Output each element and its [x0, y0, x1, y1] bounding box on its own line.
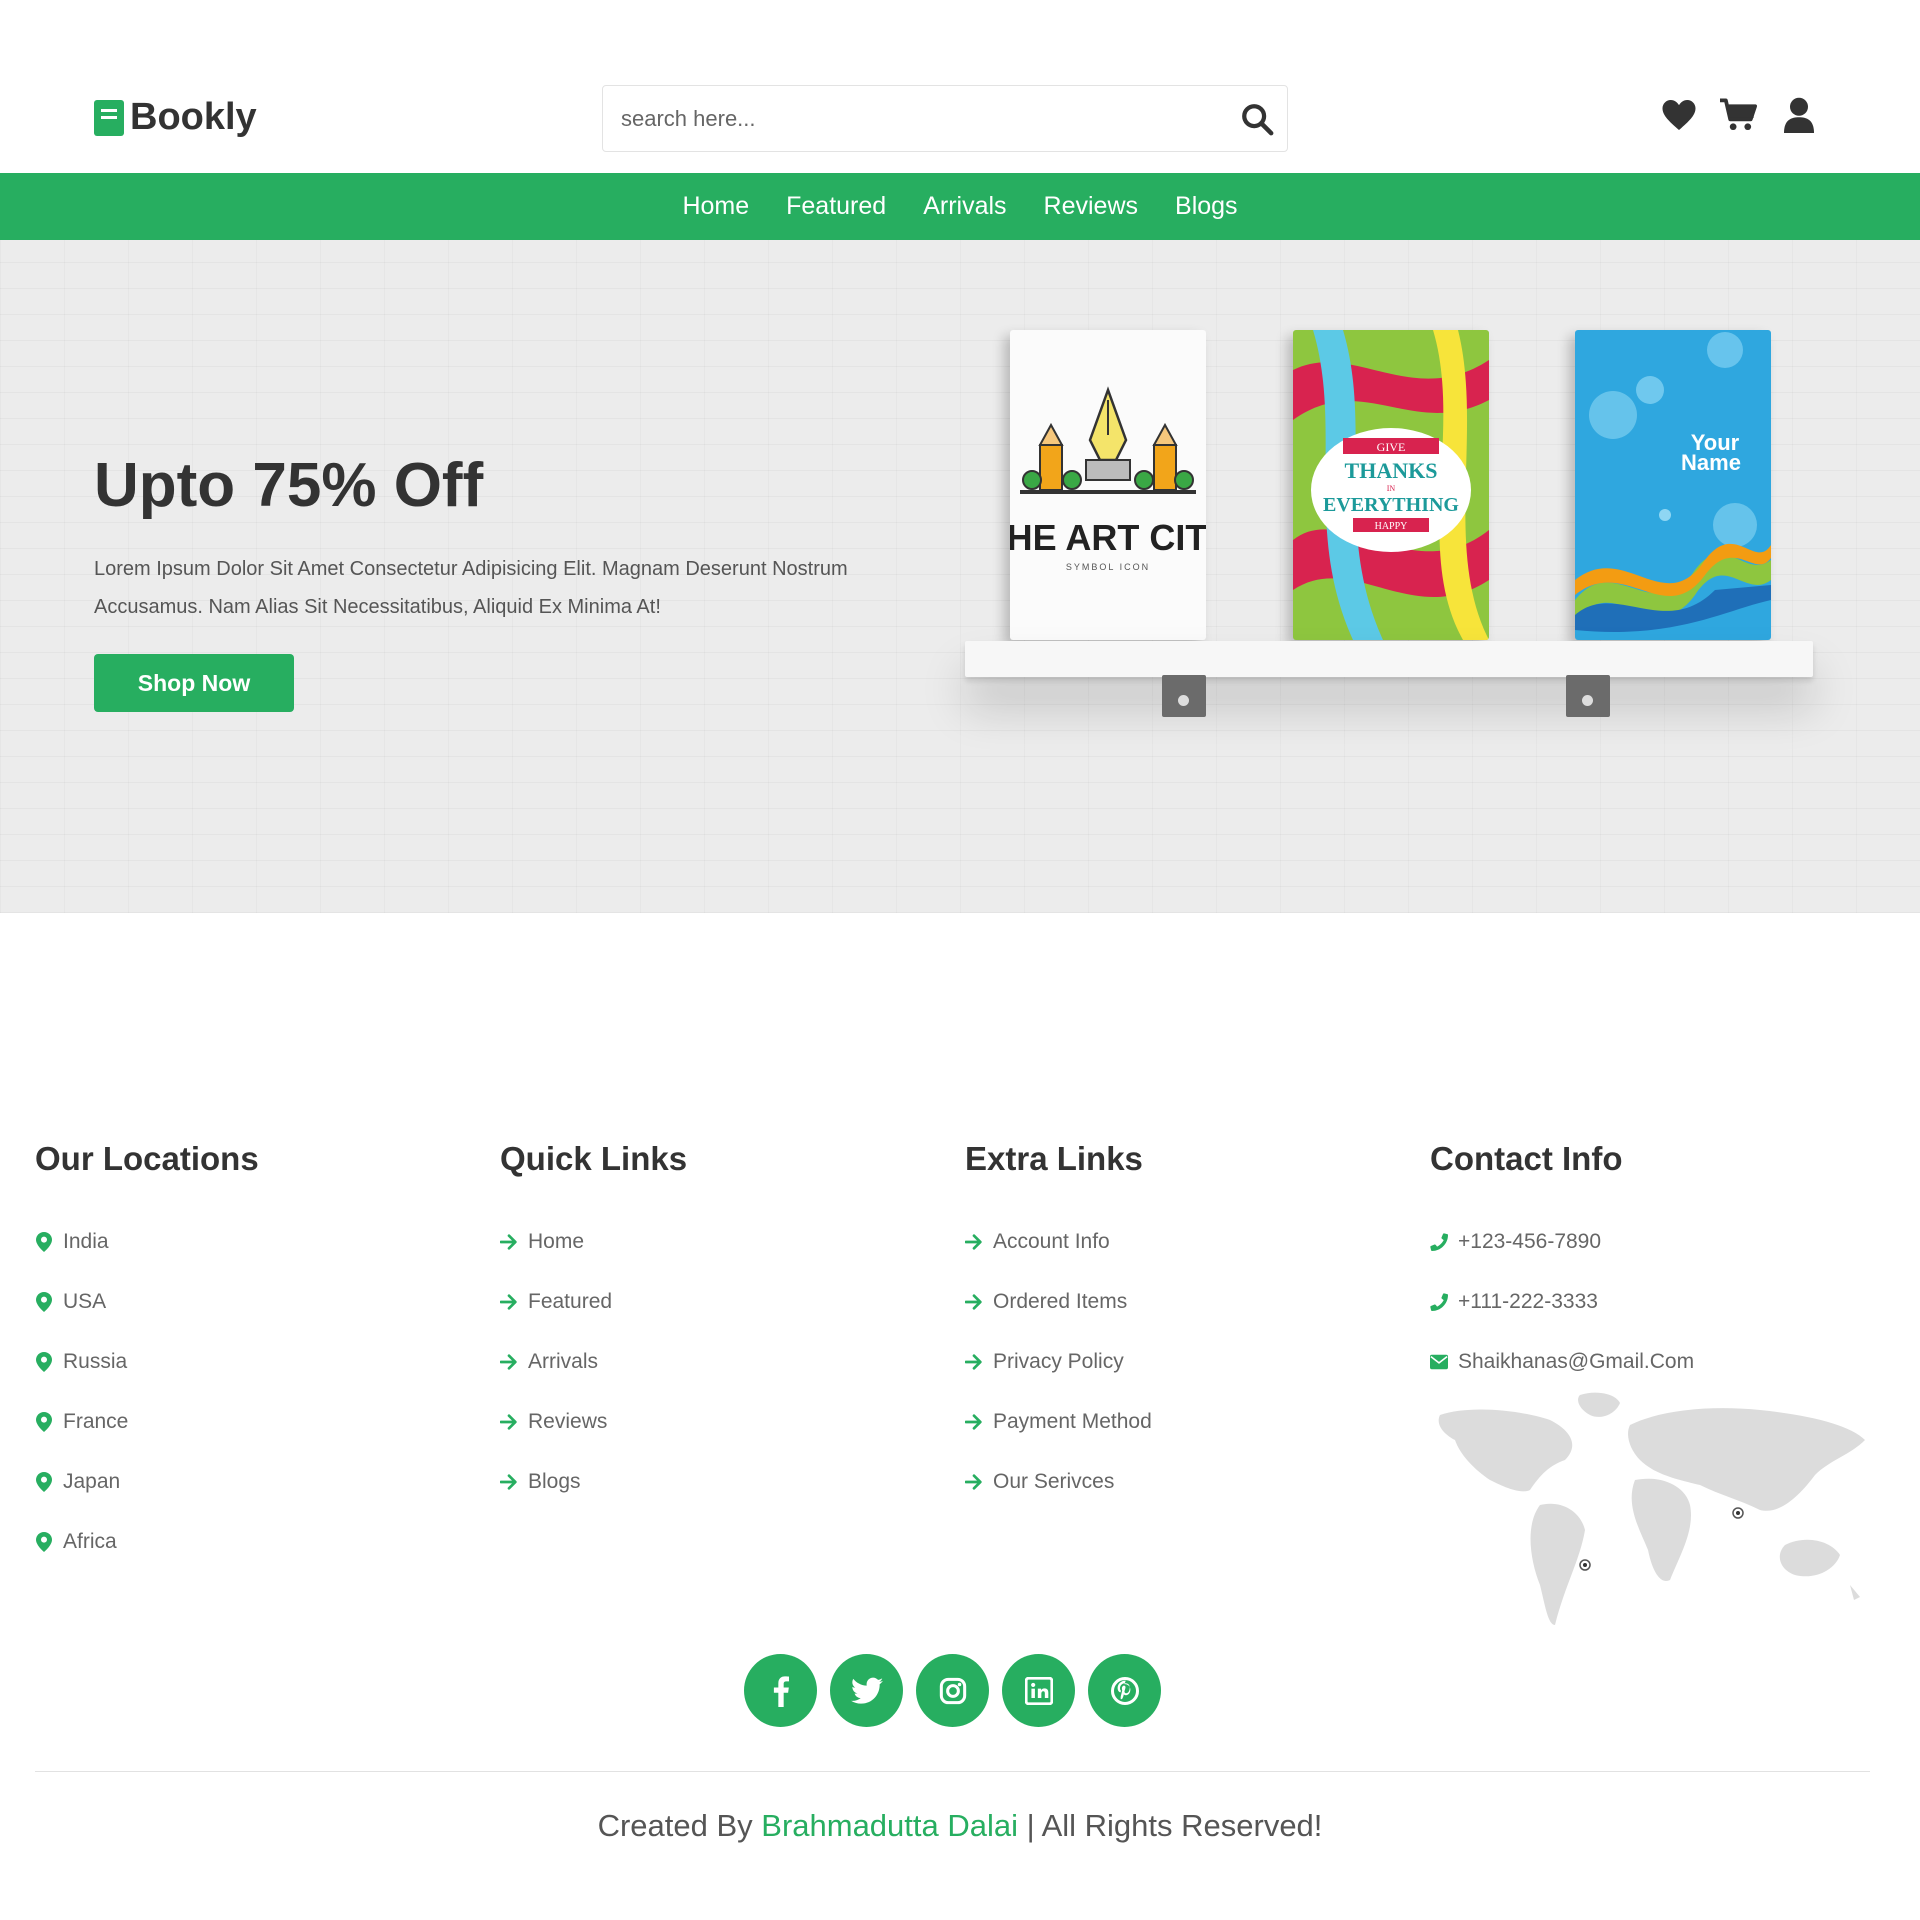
footer-divider [35, 1771, 1870, 1772]
footer-heading: Extra Links [965, 1140, 1143, 1177]
book-text-in: IN [1387, 484, 1396, 493]
twitter-icon[interactable] [830, 1654, 903, 1727]
footer-contact: Contact Info +123-456-7890 +111-222-3333… [1430, 1140, 1870, 1392]
nav-item-reviews[interactable]: Reviews [1044, 192, 1138, 221]
map-marker-icon [35, 1292, 53, 1312]
shelf-bracket [1162, 675, 1206, 717]
book-text-everything: EVERYTHING [1323, 494, 1459, 516]
book-text-give: GIVE [1377, 440, 1406, 454]
book-text-happy: HAPPY [1375, 521, 1408, 532]
book-cover-give-thanks[interactable]: GIVE THANKS IN EVERYTHING HAPPY [1293, 330, 1489, 640]
facebook-icon[interactable] [744, 1654, 817, 1727]
arrow-right-icon [965, 1353, 983, 1371]
nav-item-blogs[interactable]: Blogs [1175, 192, 1238, 221]
shelf-bracket [1566, 675, 1610, 717]
search-input[interactable] [603, 86, 1227, 151]
heart-icon[interactable] [1660, 96, 1698, 134]
extra-link[interactable]: Ordered Items [965, 1272, 1405, 1332]
extra-link[interactable]: Account Info [965, 1212, 1405, 1272]
location-link[interactable]: France [35, 1392, 475, 1452]
phone-icon [1430, 1292, 1448, 1312]
contact-phone[interactable]: +123-456-7890 [1430, 1212, 1870, 1272]
shop-now-button[interactable]: Shop Now [94, 654, 294, 712]
search-form [602, 85, 1288, 152]
logo[interactable]: Bookly [94, 96, 257, 139]
extra-link[interactable]: Privacy Policy [965, 1332, 1405, 1392]
shelf [965, 641, 1813, 677]
hero-description: Lorem Ipsum Dolor Sit Amet Consectetur A… [94, 558, 848, 618]
footer-heading: Quick Links [500, 1140, 688, 1177]
book-shelf: THE ART CITY SYMBOL ICON GIVE THANKS IN … [960, 330, 1820, 750]
location-link[interactable]: Japan [35, 1452, 475, 1512]
extra-link[interactable]: Our Serivces [965, 1452, 1405, 1512]
footer-locations: Our Locations India USA Russia France Ja… [35, 1140, 475, 1572]
quick-link[interactable]: Featured [500, 1272, 940, 1332]
nav-item-home[interactable]: Home [682, 192, 749, 221]
arrow-right-icon [500, 1353, 518, 1371]
quick-link[interactable]: Home [500, 1212, 940, 1272]
footer-heading: Our Locations [35, 1140, 259, 1177]
header-icons [1660, 96, 1818, 134]
nav-item-arrivals[interactable]: Arrivals [923, 192, 1006, 221]
arrow-right-icon [500, 1293, 518, 1311]
page: Bookly Home Featured Arrivals Reviews Bl… [0, 0, 1920, 1920]
contact-phone[interactable]: +111-222-3333 [1430, 1272, 1870, 1332]
footer-credit: Created By Brahmadutta Dalai | All Right… [597, 1808, 1323, 1843]
arrow-right-icon [500, 1233, 518, 1251]
pinterest-icon[interactable] [1088, 1654, 1161, 1727]
phone-icon [1430, 1232, 1448, 1252]
quick-link[interactable]: Blogs [500, 1452, 940, 1512]
arrow-right-icon [965, 1293, 983, 1311]
header: Bookly [0, 0, 1920, 173]
envelope-icon [1430, 1354, 1448, 1370]
nav-item-featured[interactable]: Featured [786, 192, 886, 221]
book-title-art-city: THE ART CITY [1010, 517, 1206, 558]
map-marker-icon [35, 1412, 53, 1432]
social-links [744, 1654, 1161, 1727]
arrow-right-icon [965, 1413, 983, 1431]
map-marker-icon [35, 1532, 53, 1552]
world-map [1430, 1385, 1870, 1635]
user-icon[interactable] [1780, 96, 1818, 134]
arrow-right-icon [500, 1473, 518, 1491]
author-link[interactable]: Brahmadutta Dalai [761, 1808, 1018, 1843]
hero-title: Upto 75% Off [94, 451, 484, 520]
cart-icon[interactable] [1720, 96, 1758, 134]
arrow-right-icon [500, 1413, 518, 1431]
arrow-right-icon [965, 1233, 983, 1251]
book-subtitle-symbol-icon: SYMBOL ICON [1066, 562, 1150, 572]
footer-heading: Contact Info [1430, 1140, 1623, 1177]
book-icon [94, 99, 124, 136]
extra-link[interactable]: Payment Method [965, 1392, 1405, 1452]
book-text-name: Name [1681, 450, 1741, 475]
instagram-icon[interactable] [916, 1654, 989, 1727]
book-text-thanks: THANKS [1345, 458, 1438, 483]
linkedin-icon[interactable] [1002, 1654, 1075, 1727]
contact-email[interactable]: Shaikhanas@Gmail.Com [1430, 1332, 1870, 1392]
location-link[interactable]: India [35, 1212, 475, 1272]
search-icon[interactable] [1227, 89, 1287, 149]
main-nav: Home Featured Arrivals Reviews Blogs [0, 173, 1920, 240]
map-marker-icon [35, 1472, 53, 1492]
map-marker-icon [35, 1352, 53, 1372]
hero-banner: Upto 75% Off Lorem Ipsum Dolor Sit Amet … [0, 240, 1920, 913]
map-marker-icon [35, 1232, 53, 1252]
book-cover-art-city[interactable]: THE ART CITY SYMBOL ICON [1010, 330, 1206, 640]
quick-link[interactable]: Reviews [500, 1392, 940, 1452]
footer-extra-links: Extra Links Account Info Ordered Items P… [965, 1140, 1405, 1512]
location-link[interactable]: USA [35, 1272, 475, 1332]
location-link[interactable]: Russia [35, 1332, 475, 1392]
footer-quick-links: Quick Links Home Featured Arrivals Revie… [500, 1140, 940, 1512]
location-link[interactable]: Africa [35, 1512, 475, 1572]
arrow-right-icon [965, 1473, 983, 1491]
brand-name: Bookly [130, 96, 257, 138]
book-cover-your-name[interactable]: Your Name [1575, 330, 1771, 640]
quick-link[interactable]: Arrivals [500, 1332, 940, 1392]
